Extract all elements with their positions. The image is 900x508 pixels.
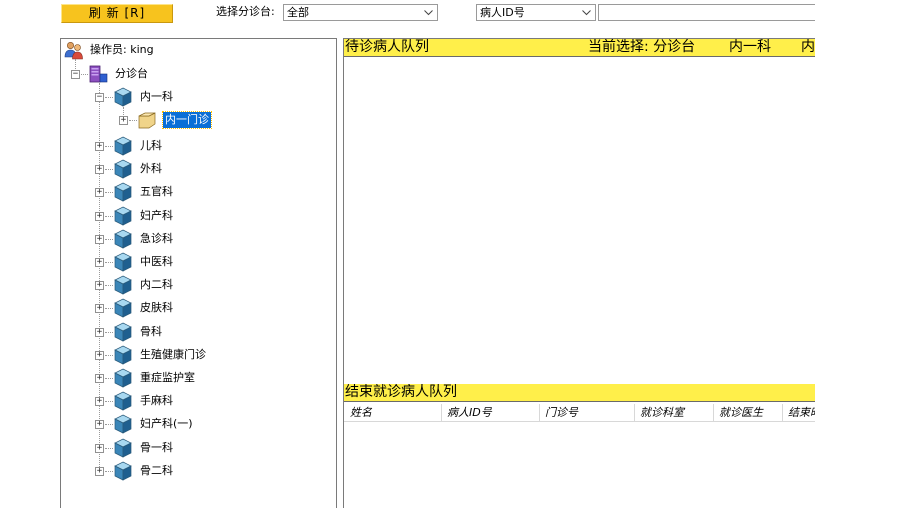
- triage-label: 选择分诊台:: [216, 5, 275, 18]
- waiting-queue-list[interactable]: [344, 57, 815, 384]
- tree-dept-item[interactable]: 骨科: [138, 324, 164, 340]
- chevron-down-icon[interactable]: [422, 5, 434, 20]
- column-header-doctor[interactable]: 就诊医生: [713, 404, 782, 422]
- tree-dept-item[interactable]: 五官科: [138, 184, 175, 200]
- tree-dept-item[interactable]: 儿科: [138, 138, 164, 154]
- column-header-name[interactable]: 姓名: [344, 404, 441, 422]
- collapse-toggle[interactable]: −: [95, 93, 104, 102]
- expand-toggle[interactable]: +: [95, 142, 104, 151]
- expand-toggle[interactable]: +: [95, 188, 104, 197]
- expand-toggle[interactable]: +: [95, 328, 104, 337]
- department-cube-icon: [114, 414, 132, 434]
- tree-dept-item[interactable]: 妇产科: [138, 208, 175, 224]
- tree-dept-item[interactable]: 外科: [138, 161, 164, 177]
- department-cube-icon: [114, 368, 132, 388]
- tree-dept-item[interactable]: 皮肤科: [138, 300, 175, 316]
- department-cube-icon: [114, 252, 132, 272]
- department-cube-icon: [114, 229, 132, 249]
- clinic-box-icon: [138, 112, 156, 129]
- tree-dept-expanded[interactable]: 内一科: [138, 89, 175, 105]
- search-type-select[interactable]: 病人ID号: [476, 4, 596, 21]
- tree-dept-item[interactable]: 手麻科: [138, 393, 175, 409]
- expand-toggle[interactable]: +: [95, 351, 104, 360]
- queue-panel: 待诊病人队列 当前选择: 分诊台 内一科 内 结束就诊病人队列 姓名 病人ID号…: [343, 38, 815, 508]
- expand-toggle[interactable]: +: [95, 420, 104, 429]
- department-cube-icon: [114, 182, 132, 202]
- tree-dept-item[interactable]: 中医科: [138, 254, 175, 270]
- expand-toggle[interactable]: +: [95, 304, 104, 313]
- department-cube-icon: [114, 345, 132, 365]
- tree-dept-item[interactable]: 妇产科(一): [138, 416, 195, 432]
- expand-toggle[interactable]: +: [95, 444, 104, 453]
- tree-clinic-selected[interactable]: 内一门诊: [162, 111, 212, 129]
- current-selection: 当前选择: 分诊台: [588, 39, 696, 55]
- expand-toggle[interactable]: +: [119, 116, 128, 125]
- server-icon: [89, 65, 108, 83]
- expand-toggle[interactable]: +: [95, 467, 104, 476]
- tree-dept-item[interactable]: 急诊科: [138, 231, 175, 247]
- tree-dept-item[interactable]: 骨一科: [138, 440, 175, 456]
- expand-toggle[interactable]: +: [95, 397, 104, 406]
- chevron-down-icon[interactable]: [580, 5, 592, 20]
- department-cube-icon: [114, 275, 132, 295]
- expand-toggle[interactable]: +: [95, 235, 104, 244]
- department-cube-icon: [114, 136, 132, 156]
- operator-label: 操作员: king: [90, 43, 154, 56]
- column-header-end-time[interactable]: 结束时: [782, 404, 815, 422]
- column-header-dept[interactable]: 就诊科室: [634, 404, 713, 422]
- column-header-clinic-no[interactable]: 门诊号: [539, 404, 634, 422]
- waiting-queue-title: 待诊病人队列: [345, 39, 429, 55]
- tree-dept-item[interactable]: 生殖健康门诊: [138, 347, 208, 363]
- department-cube-icon: [114, 159, 132, 179]
- tree-root-label[interactable]: 分诊台: [113, 66, 150, 82]
- expand-toggle[interactable]: +: [95, 281, 104, 290]
- expand-toggle[interactable]: +: [95, 258, 104, 267]
- department-cube-icon: [114, 391, 132, 411]
- waiting-queue-header: 待诊病人队列 当前选择: 分诊台 内一科 内: [344, 39, 815, 56]
- department-cube-icon: [114, 322, 132, 342]
- search-type-value: 病人ID号: [480, 6, 525, 19]
- department-cube-icon: [114, 298, 132, 318]
- department-cube-icon: [114, 461, 132, 481]
- expand-toggle[interactable]: +: [95, 374, 104, 383]
- finished-queue-table-header: 姓名 病人ID号 门诊号 就诊科室 就诊医生 结束时: [344, 404, 815, 422]
- current-selection-clinic: 内: [801, 39, 815, 55]
- finished-queue-title: 结束就诊病人队列: [345, 384, 457, 400]
- finished-queue-header: 结束就诊病人队列: [344, 384, 815, 401]
- department-cube-icon: [114, 438, 132, 458]
- search-input[interactable]: [598, 4, 815, 21]
- triage-select-value: 全部: [287, 6, 309, 19]
- tree-dept-item[interactable]: 骨二科: [138, 463, 175, 479]
- triage-select[interactable]: 全部: [283, 4, 438, 21]
- users-icon: [64, 41, 83, 60]
- tree-dept-item[interactable]: 内二科: [138, 277, 175, 293]
- refresh-button[interactable]: 刷 新 [R]: [61, 4, 173, 23]
- collapse-toggle[interactable]: −: [71, 70, 80, 79]
- tree-dept-item[interactable]: 重症监护室: [138, 370, 197, 386]
- column-header-patient-id[interactable]: 病人ID号: [441, 404, 539, 422]
- expand-toggle[interactable]: +: [95, 212, 104, 221]
- current-selection-dept: 内一科: [729, 39, 771, 55]
- expand-toggle[interactable]: +: [95, 165, 104, 174]
- toolbar: 刷 新 [R] 选择分诊台: 全部 病人ID号: [0, 0, 900, 30]
- department-cube-icon: [114, 87, 132, 107]
- triage-tree: 操作员: king − 分诊台 − 内一科 + 内一门诊 + 儿科 + 外科 + 五官科 +…: [60, 38, 337, 508]
- department-cube-icon: [114, 206, 132, 226]
